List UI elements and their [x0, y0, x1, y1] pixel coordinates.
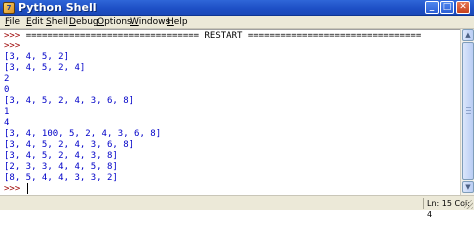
title-bar[interactable]: 7 Python Shell _ □ ✕ — [0, 0, 474, 16]
menu-help[interactable]: Help — [167, 16, 188, 29]
output-line: [2, 3, 3, 4, 4, 5, 8] — [4, 162, 118, 172]
output-line: [3, 4, 5, 2, 4, 3, 6, 8] — [4, 140, 135, 150]
output-line: [3, 4, 5, 2] — [4, 52, 70, 62]
menu-options[interactable]: Options — [97, 16, 132, 29]
scroll-thumb[interactable] — [462, 42, 474, 180]
scroll-down-button[interactable]: ▼ — [462, 181, 474, 193]
python-icon: 7 — [3, 2, 15, 14]
menu-debug[interactable]: Debug — [69, 16, 99, 29]
status-bar: Ln: 15 Col: 4 — [0, 195, 474, 219]
output-line: 2 — [4, 74, 10, 84]
output-line: [3, 4, 5, 2, 4] — [4, 63, 86, 73]
menu-windows[interactable]: Windows — [130, 16, 170, 29]
minimize-button[interactable]: _ — [425, 1, 439, 14]
scroll-up-button[interactable]: ▲ — [462, 29, 474, 41]
output-line: 4 — [4, 118, 10, 128]
output-line: [8, 5, 4, 4, 3, 3, 2] — [4, 173, 118, 183]
window-title: Python Shell — [18, 1, 97, 14]
output-line: [3, 4, 100, 5, 2, 4, 3, 6, 8] — [4, 129, 162, 139]
prompt-line: >>> — [4, 41, 21, 51]
grip-line — [466, 107, 471, 108]
shell-text-area[interactable]: >>> ================================ RES… — [0, 29, 460, 195]
grip-line — [466, 113, 471, 114]
vertical-scrollbar[interactable]: ▲ ▼ — [460, 29, 474, 195]
output-line: [3, 4, 5, 2, 4, 3, 8] — [4, 151, 118, 161]
grip-line — [466, 110, 471, 111]
maximize-button[interactable]: □ — [440, 1, 454, 14]
active-prompt: >>> — [4, 184, 21, 194]
output-line: 1 — [4, 107, 10, 117]
menu-edit[interactable]: Edit — [26, 16, 43, 29]
output-line: [3, 4, 5, 2, 4, 3, 6, 8] — [4, 96, 135, 106]
menu-bar: File Edit Shell Debug Options Windows He… — [0, 16, 474, 29]
restart-line: >>> ================================ RES… — [4, 31, 422, 41]
menu-shell[interactable]: Shell — [46, 16, 68, 29]
output-line: 0 — [4, 85, 10, 95]
resize-grip[interactable] — [464, 200, 473, 209]
close-button[interactable]: ✕ — [456, 1, 470, 14]
menu-file[interactable]: File — [5, 16, 20, 29]
text-cursor — [27, 183, 28, 194]
